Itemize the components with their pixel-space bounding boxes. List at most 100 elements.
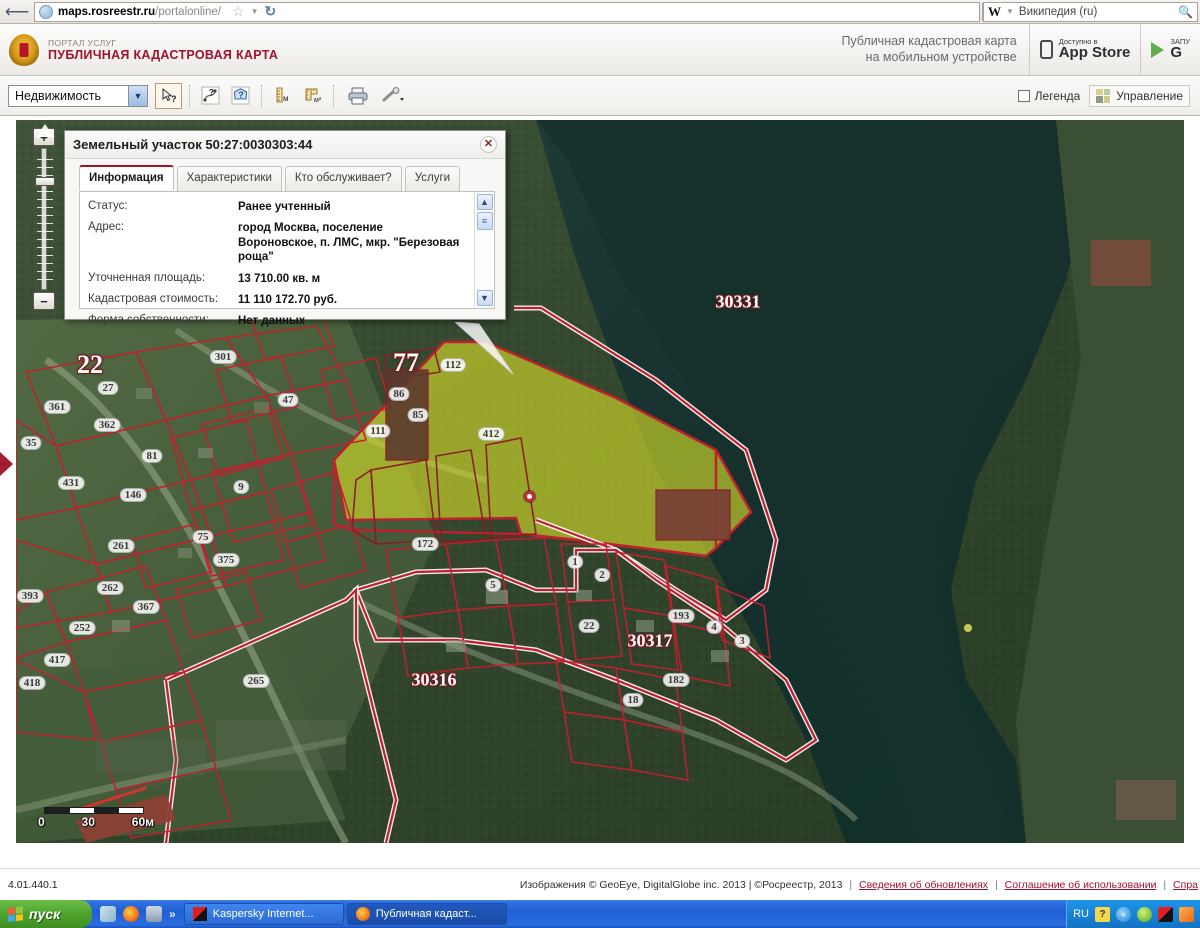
toolbar-group-shapes: ? ?	[190, 83, 261, 109]
field-cost: Кадастровая стоимость: 11 110 172.70 руб…	[88, 293, 468, 307]
help-icon[interactable]: ?	[1095, 906, 1110, 922]
zoom-slider[interactable]: + −	[30, 124, 58, 310]
tab-kto-obsluzhivaet[interactable]: Кто обслуживает?	[284, 166, 402, 191]
link-help[interactable]: Спра	[1173, 879, 1198, 891]
field-label: Кадастровая стоимость:	[88, 292, 219, 305]
svg-text:м: м	[283, 94, 289, 103]
measure-distance-tool-button[interactable]: м	[269, 83, 296, 109]
toolbar-group-measure: м м²	[262, 83, 333, 109]
close-icon[interactable]: ✕	[480, 136, 497, 153]
field-status: Статус: Ранее учтенный	[88, 200, 468, 214]
link-agreement[interactable]: Соглашение об использовании	[1005, 879, 1157, 891]
toolbar-group-select: ?	[148, 82, 189, 109]
kaspersky-icon[interactable]	[1158, 906, 1173, 922]
link-updates[interactable]: Сведения об обновлениях	[859, 879, 988, 891]
back-button[interactable]: ⟵	[2, 1, 32, 23]
mobile-note-line2: на мобильном устройстве	[865, 49, 1017, 64]
app-store-badge[interactable]: Доступно в App Store	[1028, 23, 1141, 76]
chevron-down-icon[interactable]: ▼	[128, 85, 147, 106]
manage-layers-button[interactable]: Управление	[1089, 84, 1190, 107]
mobile-note-line1: Публичная кадастровая карта	[841, 33, 1017, 48]
brand-text: ПОРТАЛ УСЛУГ ПУБЛИЧНАЯ КАДАСТРОВАЯ КАРТА	[48, 38, 278, 62]
url-text: maps.rosreestr.ru/portalonline/	[58, 6, 221, 18]
field-area: Уточненная площадь: 13 710.00 кв. м	[88, 272, 468, 286]
more-chevron-icon[interactable]: »	[169, 907, 176, 921]
svg-text:?: ?	[209, 88, 214, 97]
object-type-select[interactable]: Недвижимость ▼	[8, 84, 148, 107]
parcel-info-panel[interactable]: Земельный участок 50:27:0030303:44 ✕ Инф…	[64, 130, 506, 327]
copyright-text: Изображения © GeoEye, DigitalGlobe inc. …	[519, 878, 843, 891]
google-play-text: ЗАПУ G	[1170, 38, 1190, 61]
reload-icon[interactable]: ↻	[265, 3, 277, 20]
printer-icon	[348, 87, 368, 104]
panel-scrollbar[interactable]: ▲ ≡ ▼	[474, 192, 494, 308]
tab-informaciya[interactable]: Информация	[79, 165, 174, 190]
update-icon[interactable]: «	[1116, 906, 1131, 922]
tab-uslugi[interactable]: Услуги	[404, 166, 461, 191]
taskbar-item-kaspersky[interactable]: Kaspersky Internet...	[183, 903, 344, 925]
field-value: Ранее учтенный	[238, 201, 331, 213]
taskbar-item-firefox[interactable]: Публичная кадаст...	[346, 903, 507, 925]
network-icon[interactable]	[146, 906, 162, 922]
address-bar[interactable]: maps.rosreestr.ru/portalonline/ ☆ ▼ ↻	[34, 1, 980, 22]
shield-icon[interactable]	[1137, 906, 1152, 922]
print-tool-button[interactable]	[341, 83, 375, 109]
object-type-value: Недвижимость	[15, 88, 101, 103]
chevron-up-icon[interactable]: ▲	[476, 194, 493, 210]
ruler-meter-icon: м	[276, 87, 289, 103]
tab-harakteristiki[interactable]: Характеристики	[176, 166, 282, 191]
callout-pointer	[455, 322, 514, 375]
measure-area-tool-button[interactable]: м²	[299, 83, 326, 109]
magnifier-icon[interactable]: 🔍	[1178, 5, 1193, 19]
page-footer: 4.01.440.1 Изображения © GeoEye, Digital…	[0, 868, 1200, 900]
select-by-polygon-tool-button[interactable]: ?	[227, 83, 254, 109]
kaspersky-icon	[192, 907, 207, 921]
permalink-tool-button[interactable]	[378, 83, 410, 109]
zoom-thumb[interactable]	[35, 177, 55, 186]
toolbar-right: Легенда Управление	[1017, 84, 1192, 107]
field-value: Нет данных	[238, 315, 306, 328]
chevron-down-icon[interactable]: ▼	[476, 290, 493, 306]
start-label: пуск	[29, 906, 61, 922]
chevron-down-icon[interactable]: ▼	[1006, 7, 1014, 16]
start-button[interactable]: пуск	[0, 900, 92, 928]
legend-checkbox[interactable]	[1017, 89, 1030, 102]
google-play-label: G	[1170, 44, 1183, 62]
scale-label-30: 30	[81, 815, 95, 829]
app-store-text: Доступно в App Store	[1059, 38, 1131, 61]
search-placeholder: Википедия (ru)	[1018, 5, 1098, 18]
system-tray: RU ? «	[1066, 900, 1200, 928]
footer-links: Изображения © GeoEye, DigitalGlobe inc. …	[520, 879, 1200, 891]
language-indicator[interactable]: RU	[1073, 908, 1089, 920]
star-icon[interactable]: ☆	[232, 3, 245, 20]
search-input[interactable]: W ▼ Википедия (ru) 🔍	[983, 1, 1198, 22]
url-host: maps.rosreestr.ru	[58, 5, 156, 18]
map-marker-icon[interactable]	[524, 491, 535, 502]
toolbar-group-output	[334, 83, 417, 109]
field-label: Статус:	[88, 200, 128, 212]
show-desktop-icon[interactable]	[100, 906, 116, 922]
portal-kicker: ПОРТАЛ УСЛУГ	[48, 37, 117, 48]
select-by-line-tool-button[interactable]: ?	[197, 83, 224, 109]
legend-toggle[interactable]: Легенда	[1017, 89, 1080, 103]
brand[interactable]: ПОРТАЛ УСЛУГ ПУБЛИЧНАЯ КАДАСТРОВАЯ КАРТА	[0, 33, 278, 66]
scale-bar-labels: 0 30 60м	[38, 815, 154, 829]
field-label: Уточненная площадь:	[88, 271, 206, 284]
scale-label-60: 60м	[131, 815, 154, 829]
firefox-icon	[355, 907, 370, 921]
identify-tool-button[interactable]: ?	[155, 82, 182, 109]
field-label: Адрес:	[88, 221, 125, 234]
scroll-thumb-icon[interactable]: ≡	[476, 212, 493, 230]
zoom-out-button[interactable]: −	[33, 292, 55, 310]
divider: |	[1163, 878, 1167, 891]
firefox-icon[interactable]	[123, 906, 139, 922]
zoom-track[interactable]	[35, 148, 55, 290]
chevron-down-icon[interactable]: ▼	[251, 7, 259, 16]
left-panel-toggle[interactable]	[0, 452, 13, 476]
play-triangle-icon	[1151, 41, 1165, 58]
layers-grid-icon	[1096, 88, 1111, 103]
google-play-badge[interactable]: ЗАПУ G	[1140, 23, 1200, 76]
field-ownership: Форма собственности: Нет данных	[88, 314, 468, 328]
flame-icon[interactable]	[1179, 906, 1194, 922]
scale-bar-segments	[44, 807, 144, 814]
